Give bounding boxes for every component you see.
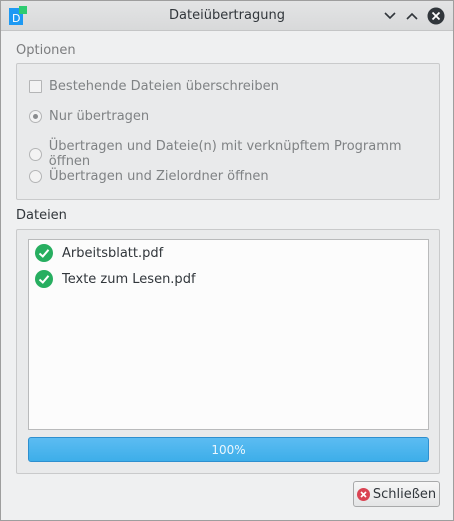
close-circle-icon <box>427 7 445 25</box>
options-heading: Optionen <box>16 43 76 58</box>
checkbox-box <box>29 80 42 93</box>
file-list[interactable]: Arbeitsblatt.pdf Texte zum Lesen.pdf <box>28 239 429 430</box>
close-button-label: Schließen <box>372 486 437 502</box>
radio-transfer-open-folder-label: Übertragen und Zielordner öffnen <box>49 169 269 184</box>
window-close-button[interactable] <box>427 7 445 25</box>
options-group: Bestehende Dateien überschreiben Nur übe… <box>16 63 440 200</box>
files-group: Arbeitsblatt.pdf Texte zum Lesen.pdf 100… <box>16 229 440 474</box>
dialog-window: D Dateiübertragung Optionen Bestehende D… <box>0 0 454 521</box>
progress-bar: 100% <box>28 437 429 462</box>
close-button[interactable]: Schließen <box>353 481 440 507</box>
title-bar[interactable]: D Dateiübertragung <box>1 1 453 31</box>
progress-label: 100% <box>211 442 246 457</box>
check-circle-icon <box>35 270 53 288</box>
overwrite-checkbox-label: Bestehende Dateien überschreiben <box>49 79 279 94</box>
check-circle-icon <box>35 244 53 262</box>
list-item[interactable]: Texte zum Lesen.pdf <box>35 270 196 288</box>
chevron-down-icon <box>384 12 396 20</box>
file-name: Texte zum Lesen.pdf <box>62 271 196 287</box>
radio-transfer-only[interactable]: Nur übertragen <box>29 109 149 124</box>
files-heading: Dateien <box>16 208 67 223</box>
radio-indicator-checked <box>29 110 42 123</box>
radio-transfer-only-label: Nur übertragen <box>49 109 150 124</box>
chevron-up-icon <box>406 12 418 20</box>
file-name: Arbeitsblatt.pdf <box>62 245 164 261</box>
list-item[interactable]: Arbeitsblatt.pdf <box>35 244 163 262</box>
radio-indicator <box>29 170 42 183</box>
radio-indicator <box>29 147 42 161</box>
overwrite-checkbox[interactable]: Bestehende Dateien überschreiben <box>29 79 279 94</box>
minimize-button[interactable] <box>381 7 399 25</box>
radio-transfer-open-program-label: Übertragen und Dateie(n) mit verknüpftem… <box>48 139 402 169</box>
cancel-icon <box>356 487 370 501</box>
radio-transfer-open-folder[interactable]: Übertragen und Zielordner öffnen <box>29 169 269 184</box>
maximize-button[interactable] <box>403 7 421 25</box>
radio-transfer-open-program[interactable]: Übertragen und Dateie(n) mit verknüpftem… <box>29 139 439 169</box>
